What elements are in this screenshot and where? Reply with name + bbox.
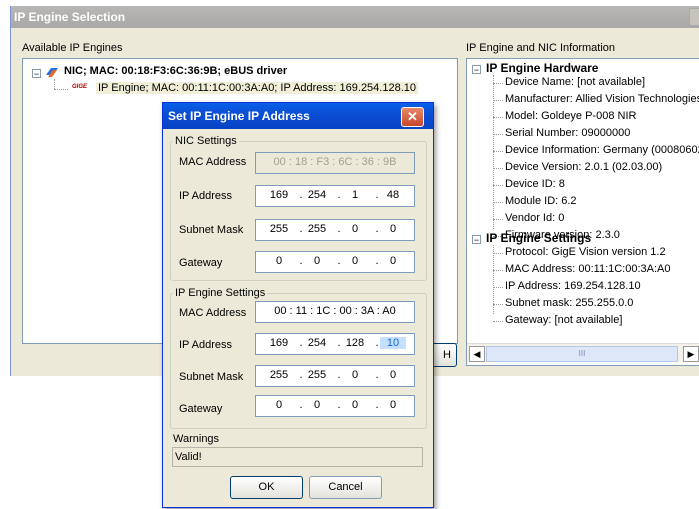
ip-octet[interactable]: 0 (304, 399, 330, 411)
ip-octet[interactable]: 0 (380, 399, 406, 411)
info-item: Protocol: GigE Vision version 1.2 (505, 246, 666, 258)
engine-ip-label: IP Address (179, 339, 232, 351)
gige-icon: GIGE (72, 84, 88, 90)
nic-mac-label: MAC Address (179, 156, 247, 168)
hardware-header: IP Engine Hardware (486, 61, 599, 75)
info-item: Device Name: [not available] (505, 76, 646, 88)
ip-octet[interactable]: 169 (266, 337, 292, 349)
ip-octet[interactable]: 0 (342, 223, 368, 235)
ip-octet[interactable]: 254 (304, 189, 330, 201)
nic-ip-label: IP Address (179, 190, 232, 202)
ip-octet[interactable]: 0 (342, 369, 368, 381)
ip-octet[interactable]: 0 (266, 255, 292, 267)
warnings-field: Valid! (172, 447, 423, 467)
dialog-close-icon[interactable]: ✕ (401, 107, 424, 127)
available-engines-label: Available IP Engines (22, 42, 123, 54)
ip-octet[interactable]: 255 (266, 369, 292, 381)
ip-octet[interactable]: 1 (342, 189, 368, 201)
close-icon[interactable] (689, 8, 699, 26)
warnings-label: Warnings (173, 433, 220, 445)
ip-octet[interactable]: 0 (266, 399, 292, 411)
hidden-button[interactable]: H (431, 343, 457, 367)
nic-settings-caption: NIC Settings (173, 135, 239, 147)
engine-node[interactable]: IP Engine; MAC: 00:11:1C:00:3A:A0; IP Ad… (96, 82, 418, 94)
engine-info-label: IP Engine and NIC Information (466, 42, 615, 54)
ip-octet[interactable]: 255 (304, 223, 330, 235)
dialog-title: Set IP Engine IP Address (163, 103, 433, 129)
info-item: Gateway: [not available] (505, 314, 623, 326)
nic-gateway-label: Gateway (179, 257, 223, 269)
info-item: MAC Address: 00:11:1C:00:3A:A0 (505, 263, 671, 275)
info-item: Device ID: 8 (505, 178, 565, 190)
info-item: Device Version: 2.0.1 (02.03.00) (505, 161, 663, 173)
ok-button[interactable]: OK (230, 476, 303, 499)
horizontal-scrollbar[interactable]: ◀ III ▶ (467, 343, 699, 362)
ip-octet[interactable]: 48 (380, 189, 406, 201)
ip-octet[interactable]: 0 (380, 369, 406, 381)
ip-octet[interactable]: 128 (342, 337, 368, 349)
engine-info-tree[interactable]: − IP Engine Hardware Device Name: [not a… (466, 58, 699, 366)
info-item: Model: Goldeye P-008 NIR (505, 110, 637, 122)
ip-octet[interactable]: 0 (380, 223, 406, 235)
window-title: IP Engine Selection (11, 6, 699, 28)
scroll-right-icon[interactable]: ▶ (683, 346, 699, 362)
engine-gateway-field[interactable]: 0.0.0.0 (255, 395, 415, 417)
ip-octet[interactable]: 254 (304, 337, 330, 349)
nic-mac-field: 00 : 18 : F3 : 6C : 36 : 9B (255, 152, 415, 174)
ip-octet[interactable]: 255 (304, 369, 330, 381)
nic-gateway-field[interactable]: 0.0.0.0 (255, 251, 415, 273)
scroll-left-icon[interactable]: ◀ (469, 346, 485, 362)
network-card-icon (45, 65, 59, 79)
nic-subnet-label: Subnet Mask (179, 224, 244, 236)
info-item: Serial Number: 09000000 (505, 127, 631, 139)
cancel-button[interactable]: Cancel (309, 476, 382, 499)
info-item: Device Information: Germany (00080602) (505, 144, 699, 156)
info-item: Subnet mask: 255.255.0.0 (505, 297, 634, 309)
ip-octet[interactable]: 255 (266, 223, 292, 235)
collapse-icon[interactable]: − (472, 235, 481, 245)
info-item: Manufacturer: Allied Vision Technologies… (505, 93, 699, 105)
info-item: Module ID: 6.2 (505, 195, 577, 207)
nic-ip-field[interactable]: 169. 254. 1. 48 (255, 185, 415, 207)
ip-octet[interactable]: 10 (380, 337, 406, 349)
engine-ip-field[interactable]: 169. 254. 128. 10 (255, 333, 415, 355)
engine-settings-caption: IP Engine Settings (173, 287, 268, 299)
ip-octet[interactable]: 169 (266, 189, 292, 201)
scroll-thumb[interactable]: III (486, 346, 678, 362)
collapse-icon[interactable]: − (472, 65, 481, 75)
nic-node[interactable]: NIC; MAC: 00:18:F3:6C:36:9B; eBUS driver (64, 65, 287, 77)
engine-mac-field[interactable]: 00 : 11 : 1C : 00 : 3A : A0 (255, 301, 415, 323)
set-ip-dialog: Set IP Engine IP Address ✕ NIC Settings … (162, 102, 434, 508)
ip-octet[interactable]: 0 (304, 255, 330, 267)
engine-mac-label: MAC Address (179, 307, 247, 319)
ip-octet[interactable]: 0 (380, 255, 406, 267)
nic-subnet-field[interactable]: 255. 255. 0. 0 (255, 219, 415, 241)
engine-gateway-label: Gateway (179, 403, 223, 415)
engine-subnet-label: Subnet Mask (179, 371, 244, 383)
settings-header: IP Engine Settings (486, 231, 592, 245)
info-item: Vendor Id: 0 (505, 212, 565, 224)
ip-octet[interactable]: 0 (342, 255, 368, 267)
info-item: IP Address: 169.254.128.10 (505, 280, 641, 292)
collapse-icon[interactable]: − (32, 69, 41, 79)
engine-subnet-field[interactable]: 255. 255. 0. 0 (255, 365, 415, 387)
ip-octet[interactable]: 0 (342, 399, 368, 411)
